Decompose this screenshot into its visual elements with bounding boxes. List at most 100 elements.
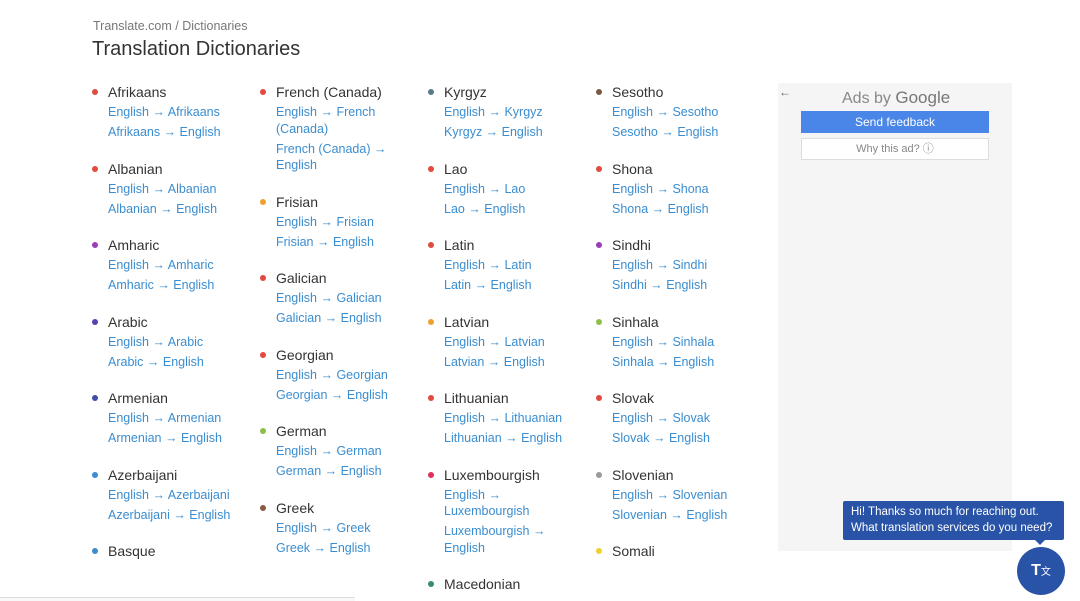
dictionary-link[interactable]: Shona → English [612, 201, 756, 218]
language-name: Slovak [612, 390, 655, 406]
dictionary-links: English → French (Canada) French (Canada)… [260, 104, 420, 174]
language-name: Azerbaijani [108, 466, 178, 483]
language-name: Greek [276, 499, 315, 516]
bullet-dot-icon [596, 89, 602, 95]
language-name: Albanian [108, 160, 163, 177]
dictionary-link[interactable]: Kyrgyz → English [444, 124, 588, 141]
language-header: Galician [260, 268, 420, 288]
dictionary-link[interactable]: Sindhi → English [612, 277, 756, 294]
language-header: Sinhala [596, 312, 756, 332]
language-header: Shona [596, 159, 756, 179]
dictionary-link[interactable]: English → Lithuanian [444, 410, 588, 427]
language-name: French (Canada) [276, 84, 382, 100]
language-header: Kyrgyz [428, 82, 588, 102]
language-header: Azerbaijani [92, 465, 252, 485]
dictionary-link[interactable]: English → Slovak [612, 410, 756, 427]
dictionary-links: English → Georgian Georgian → English [260, 367, 420, 404]
arrow-left-icon[interactable]: ← [779, 85, 791, 99]
dictionary-links: English → Albanian Albanian → English [92, 181, 252, 218]
language-name: Arabic [108, 313, 148, 330]
language-entry: Basque [92, 541, 252, 561]
dictionary-link[interactable]: Lao → English [444, 201, 588, 218]
chat-launcher-button[interactable]: T文 [1017, 547, 1065, 595]
language-header: Slovak [596, 388, 756, 408]
send-feedback-button[interactable]: Send feedback [801, 111, 989, 133]
language-header: Latin [428, 235, 588, 255]
language-name: Latvian [444, 313, 490, 330]
bullet-dot-icon [428, 242, 434, 248]
why-this-ad-button[interactable]: Why this ad? ⓘ [801, 138, 989, 160]
language-entry: Macedonian [428, 574, 588, 594]
bullet-dot-icon [92, 471, 98, 478]
dictionary-link[interactable]: Slovenian → English [612, 507, 756, 524]
dictionary-link[interactable]: German → English [276, 463, 420, 480]
chat-greeting-bubble[interactable]: Hi! Thanks so much for reaching out. Wha… [843, 501, 1064, 540]
dictionary-link[interactable]: English → Frisian [276, 214, 420, 231]
dictionary-link[interactable]: French (Canada) → English [276, 141, 420, 174]
dictionary-link[interactable]: English → Luxembourgish [444, 487, 588, 520]
dictionary-link[interactable]: English → Sesotho [612, 104, 756, 121]
dictionary-link[interactable]: Azerbaijani → English [108, 507, 252, 524]
dictionary-links: English → Lao Lao → English [428, 181, 588, 218]
language-entry: Sinhala English → Sinhala Sinhala → Englis… [596, 312, 756, 371]
dictionary-link[interactable]: English → Sinhala [612, 334, 756, 351]
dictionary-link[interactable]: English → Amharic [108, 257, 252, 274]
dictionary-link[interactable]: English → Slovenian [612, 487, 756, 504]
bullet-dot-icon [260, 504, 266, 511]
dictionary-link[interactable]: Latin → English [444, 277, 588, 294]
bullet-dot-icon [260, 351, 266, 358]
dictionary-column-1: Afrikaans English → Afrikaans Afrikaans → … [92, 82, 252, 579]
dictionary-link[interactable]: English → Albanian [108, 181, 252, 198]
dictionary-link[interactable]: Galician → English [276, 310, 420, 327]
dictionary-links: English → Slovak Slovak → English [596, 410, 756, 447]
dictionary-link[interactable]: English → Lao [444, 181, 588, 198]
dictionary-link[interactable]: English → Georgian [276, 367, 420, 384]
language-header: Armenian [92, 388, 252, 408]
dictionary-columns: Afrikaans English → Afrikaans Afrikaans → … [92, 82, 772, 601]
dictionary-link[interactable]: English → Latvian [444, 334, 588, 351]
bullet-dot-icon [92, 165, 98, 172]
dictionary-link[interactable]: English → Shona [612, 181, 756, 198]
bullet-dot-icon [260, 89, 266, 95]
dictionary-links: English → Sinhala Sinhala → English [596, 334, 756, 371]
dictionary-link[interactable]: Sinhala → English [612, 354, 756, 371]
bullet-dot-icon [428, 581, 434, 587]
language-entry: Afrikaans English → Afrikaans Afrikaans → … [92, 82, 252, 141]
dictionary-link[interactable]: English → Greek [276, 520, 420, 537]
language-name: Georgian [276, 346, 334, 363]
dictionary-link[interactable]: Frisian → English [276, 234, 420, 251]
dictionary-link[interactable]: English → Armenian [108, 410, 252, 427]
dictionary-link[interactable]: English → Arabic [108, 334, 252, 351]
dictionary-link[interactable]: Amharic → English [108, 277, 252, 294]
dictionary-link[interactable]: English → Latin [444, 257, 588, 274]
dictionary-link[interactable]: Albanian → English [108, 201, 252, 218]
bullet-dot-icon [596, 548, 602, 554]
dictionary-link[interactable]: English → French (Canada) [276, 104, 420, 137]
breadcrumb-home-link[interactable]: Translate.com [93, 19, 172, 33]
language-entry: Kyrgyz English → Kyrgyz Kyrgyz → English [428, 82, 588, 141]
dictionary-link[interactable]: English → Galician [276, 290, 420, 307]
dictionary-link[interactable]: English → Sindhi [612, 257, 756, 274]
dictionary-link[interactable]: Armenian → English [108, 430, 252, 447]
dictionary-link[interactable]: English → Azerbaijani [108, 487, 252, 504]
language-header: Afrikaans [92, 82, 252, 102]
dictionary-link[interactable]: English → Afrikaans [108, 104, 252, 121]
dictionary-link[interactable]: Latvian → English [444, 354, 588, 371]
language-entry: Armenian English → Armenian Armenian → Eng… [92, 388, 252, 447]
language-header: Greek [260, 498, 420, 518]
dictionary-link[interactable]: Arabic → English [108, 354, 252, 371]
dictionary-link[interactable]: Sesotho → English [612, 124, 756, 141]
language-name: Frisian [276, 193, 319, 210]
language-entry: Slovenian English → Slovenian Slovenian → … [596, 465, 756, 524]
language-entry: German English → German German → English [260, 421, 420, 480]
dictionary-link[interactable]: Georgian → English [276, 387, 420, 404]
dictionary-link[interactable]: Slovak → English [612, 430, 756, 447]
bottom-scroll-bar[interactable] [0, 597, 355, 601]
language-header: Macedonian [428, 574, 588, 594]
dictionary-link[interactable]: Afrikaans → English [108, 124, 252, 141]
dictionary-link[interactable]: Greek → English [276, 540, 420, 557]
dictionary-link[interactable]: English → Kyrgyz [444, 104, 588, 121]
dictionary-link[interactable]: Lithuanian → English [444, 430, 588, 447]
dictionary-link[interactable]: English → German [276, 443, 420, 460]
dictionary-link[interactable]: Luxembourgish → English [444, 523, 588, 556]
